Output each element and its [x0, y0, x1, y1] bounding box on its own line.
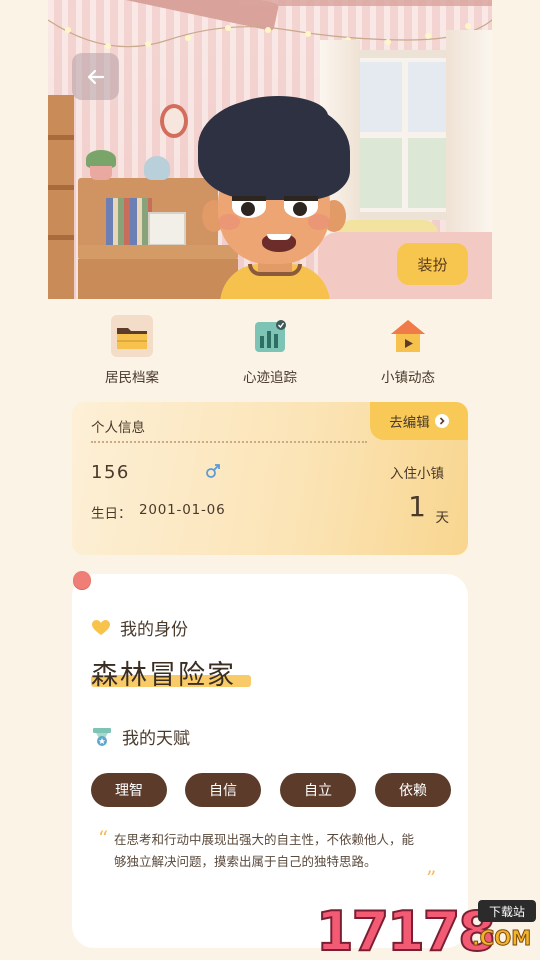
male-icon: [205, 463, 221, 479]
birthday-value: 2001-01-06: [139, 502, 226, 518]
plant-pot: [90, 166, 112, 180]
talent-tag: 自信: [185, 773, 261, 807]
watermark-domain: .COM: [471, 926, 532, 951]
close-quote-icon: ”: [426, 866, 437, 890]
user-id: 156: [91, 462, 130, 483]
curtain: [446, 30, 492, 260]
nav-mood-tracking[interactable]: 心迹追踪: [215, 314, 325, 386]
nav-label: 居民档案: [105, 370, 159, 386]
identity-heading-label: 我的身份: [120, 620, 188, 640]
talent-heading: 我的天赋: [92, 724, 190, 749]
talent-badge-icon: [93, 727, 111, 746]
nav-town-news[interactable]: 小镇动态: [353, 314, 463, 386]
back-button[interactable]: [72, 53, 119, 100]
stay-unit: 天: [435, 510, 450, 526]
heart-icon: [92, 619, 110, 635]
identity-heading: 我的身份: [92, 615, 188, 640]
watermark-site-label: 下载站: [478, 900, 536, 922]
talent-tag: 依赖: [375, 773, 451, 807]
talent-heading-label: 我的天赋: [122, 729, 190, 749]
talent-tag: 理智: [91, 773, 167, 807]
birthday-label: 生日：: [91, 506, 132, 522]
stay-days: 1: [408, 490, 426, 523]
arrow-left-icon: [87, 69, 104, 84]
identity-card: 我的身份 森林冒险家 我的天赋 理智 自信 自立 依赖 “ 在思考和行动中展现出…: [72, 574, 468, 948]
folder-icon: [110, 314, 154, 358]
window: [348, 50, 458, 220]
dress-up-button[interactable]: 装扮: [397, 243, 468, 285]
nav-resident-file[interactable]: 居民档案: [77, 314, 187, 386]
watermark-number: 17178: [315, 899, 497, 960]
card-title: 个人信息: [91, 420, 145, 436]
bookshelf: [48, 95, 74, 299]
nav-label: 小镇动态: [381, 370, 435, 386]
stay-label: 入住小镇: [390, 466, 444, 482]
talent-description: 在思考和行动中展现出强大的自主性，不依赖他人，能够独立解决问题，摸索出属于自己的…: [114, 832, 415, 869]
identity-value: 森林冒险家: [91, 660, 236, 691]
laptop: [148, 212, 186, 246]
bar-chart-icon: [248, 314, 292, 358]
dotted-divider: [91, 441, 367, 443]
personal-info-card: 个人信息 去编辑 156 生日： 2001-01-06 入住小镇 1 天: [72, 402, 468, 555]
talent-tag: 自立: [280, 773, 356, 807]
books: [106, 198, 152, 246]
edit-profile-button[interactable]: 去编辑: [370, 402, 468, 440]
nav-label: 心迹追踪: [243, 370, 297, 386]
edit-label: 去编辑: [389, 415, 430, 431]
chevron-right-icon: [434, 414, 449, 428]
site-watermark: 17178 下载站 .COM: [315, 896, 540, 960]
pin-dot: [73, 571, 91, 589]
open-quote-icon: “: [98, 826, 109, 850]
house-video-icon: [386, 314, 430, 358]
vase: [144, 156, 170, 180]
wall-frame: [160, 104, 188, 138]
character-avatar: [188, 96, 358, 299]
